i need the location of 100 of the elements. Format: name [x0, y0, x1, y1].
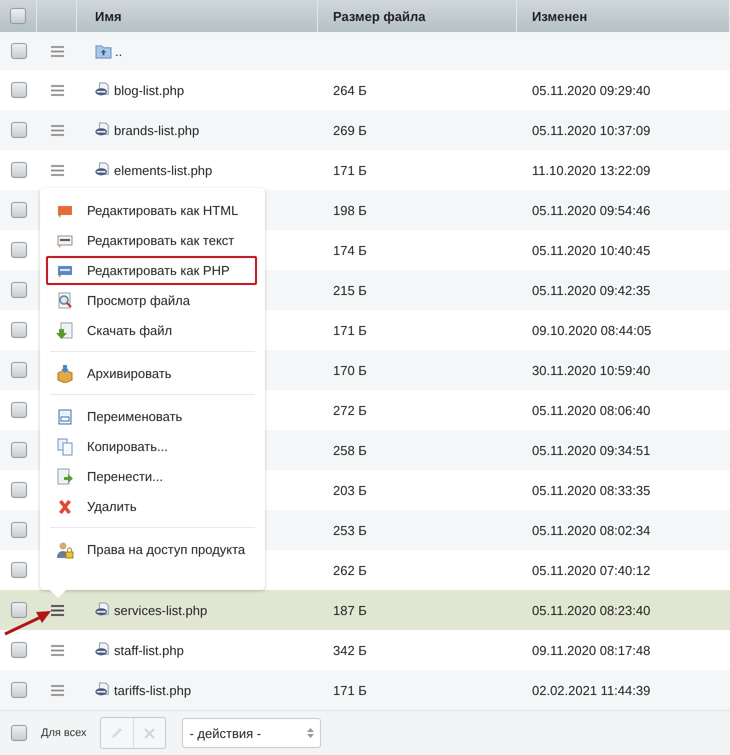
modified-date: 05.11.2020 10:40:45	[532, 242, 650, 258]
file-size: 269 Б	[333, 122, 367, 138]
php-file-icon	[95, 602, 111, 618]
folder-up-icon	[95, 42, 112, 60]
row-checkbox[interactable]	[10, 442, 26, 458]
row-checkbox[interactable]	[10, 642, 26, 658]
menu-icon[interactable]	[50, 164, 64, 176]
modified-date: 30.11.2020 10:59:40	[532, 362, 650, 378]
move-icon	[56, 468, 74, 486]
row-checkbox[interactable]	[10, 82, 26, 98]
for-all-label: Для всех	[41, 727, 86, 739]
user-lock-icon	[56, 540, 74, 558]
file-size: 264 Б	[333, 82, 367, 98]
row-checkbox[interactable]	[10, 602, 26, 618]
file-size: 342 Б	[333, 642, 367, 658]
menu-icon[interactable]	[50, 124, 64, 136]
menu-item[interactable]: Редактировать как HTML	[46, 196, 257, 225]
modified-date: 05.11.2020 08:02:34	[532, 522, 650, 538]
file-size: 171 Б	[333, 682, 367, 698]
modified-date: 09.11.2020 08:17:48	[532, 642, 650, 658]
menu-item[interactable]: Переименовать	[46, 402, 257, 431]
menu-icon[interactable]	[50, 46, 64, 56]
delete-icon	[56, 498, 74, 516]
modified-date: 09.10.2020 08:44:05	[532, 322, 652, 338]
menu-icon[interactable]	[50, 684, 64, 696]
copy-icon	[56, 438, 74, 456]
row-checkbox[interactable]	[10, 482, 26, 498]
menu-item[interactable]: Архивировать	[46, 359, 257, 388]
menu-icon[interactable]	[50, 644, 64, 656]
file-size: 203 Б	[333, 482, 367, 498]
column-header[interactable]: Имя	[95, 8, 122, 24]
file-size: 272 Б	[333, 402, 367, 418]
magnifier-icon	[56, 292, 74, 310]
file-name[interactable]: tariffs-list.php	[114, 682, 192, 698]
download-icon	[56, 322, 74, 340]
menu-icon[interactable]	[50, 84, 64, 96]
modified-date: 05.11.2020 09:29:40	[532, 82, 650, 98]
file-name[interactable]: elements-list.php	[114, 162, 212, 178]
file-name[interactable]: services-list.php	[114, 602, 208, 618]
modified-date: 05.11.2020 08:33:35	[532, 482, 650, 498]
modified-date: 05.11.2020 08:06:40	[532, 402, 650, 418]
file-name[interactable]: staff-list.php	[114, 642, 184, 658]
menu-item[interactable]: Редактировать как PHP	[46, 256, 257, 285]
archive-icon	[56, 364, 74, 382]
file-size: 258 Б	[333, 442, 367, 458]
row-checkbox[interactable]	[10, 562, 26, 578]
column-header[interactable]: Размер файла	[333, 8, 426, 24]
row-checkbox[interactable]	[10, 322, 26, 338]
file-name[interactable]: blog-list.php	[114, 82, 184, 98]
row-checkbox[interactable]	[10, 682, 26, 698]
row-checkbox[interactable]	[10, 162, 26, 178]
parent-folder-link[interactable]: ..	[115, 44, 122, 58]
modified-date: 02.02.2021 11:44:39	[532, 682, 650, 698]
file-size: 262 Б	[333, 562, 367, 578]
file-name[interactable]: brands-list.php	[114, 122, 200, 138]
modified-date: 05.11.2020 09:42:35	[532, 282, 650, 298]
column-header[interactable]: Изменен	[532, 8, 588, 24]
modified-date: 05.11.2020 08:23:40	[532, 602, 650, 618]
php-file-icon	[95, 82, 111, 98]
row-checkbox[interactable]	[10, 122, 26, 138]
row-checkbox[interactable]	[10, 202, 26, 218]
file-size: 198 Б	[333, 202, 367, 218]
php-file-icon	[95, 682, 111, 698]
menu-item[interactable]: Копировать...	[46, 432, 257, 461]
row-checkbox[interactable]	[10, 402, 26, 418]
callout-arrow	[4, 611, 51, 636]
pencil-icon	[110, 726, 124, 740]
menu-item[interactable]: Удалить	[46, 492, 257, 521]
menu-item[interactable]: Права на доступ продукта	[46, 535, 257, 564]
actions-select[interactable]: - действия -	[182, 718, 322, 748]
row-checkbox[interactable]	[10, 362, 26, 378]
rename-icon	[56, 408, 74, 426]
menu-item[interactable]: Скачать файл	[46, 316, 257, 345]
file-size: 171 Б	[333, 162, 367, 178]
row-checkbox[interactable]	[10, 242, 26, 258]
file-size: 215 Б	[333, 282, 367, 298]
for-all-checkbox[interactable]	[11, 725, 27, 741]
select-arrows-icon	[307, 728, 314, 738]
file-size: 174 Б	[333, 242, 367, 258]
file-size: 253 Б	[333, 522, 367, 538]
select-all-checkbox[interactable]	[10, 8, 26, 24]
menu-item[interactable]: Просмотр файла	[46, 286, 257, 315]
menu-item[interactable]: Редактировать как текст	[46, 226, 257, 255]
modified-date: 05.11.2020 09:54:46	[532, 202, 650, 218]
selected-row[interactable]: services-list.php 187 Б 05.11.2020 08:23:40	[0, 590, 730, 630]
modified-date: 05.11.2020 07:40:12	[532, 562, 650, 578]
file-size: 170 Б	[333, 362, 367, 378]
menu-item[interactable]: Перенести...	[46, 462, 257, 491]
row-checkbox[interactable]	[10, 522, 26, 538]
file-size: 187 Б	[333, 602, 367, 618]
modified-date: 11.10.2020 13:22:09	[532, 162, 650, 178]
close-icon	[144, 728, 156, 738]
php-file-icon	[95, 642, 111, 658]
row-checkbox[interactable]	[10, 282, 26, 298]
modified-date: 05.11.2020 09:34:51	[532, 442, 650, 458]
php-file-icon	[95, 122, 111, 138]
row-checkbox[interactable]	[10, 43, 26, 59]
php-file-icon	[95, 162, 111, 178]
menu-icon[interactable]	[50, 604, 64, 616]
file-size: 171 Б	[333, 322, 367, 338]
